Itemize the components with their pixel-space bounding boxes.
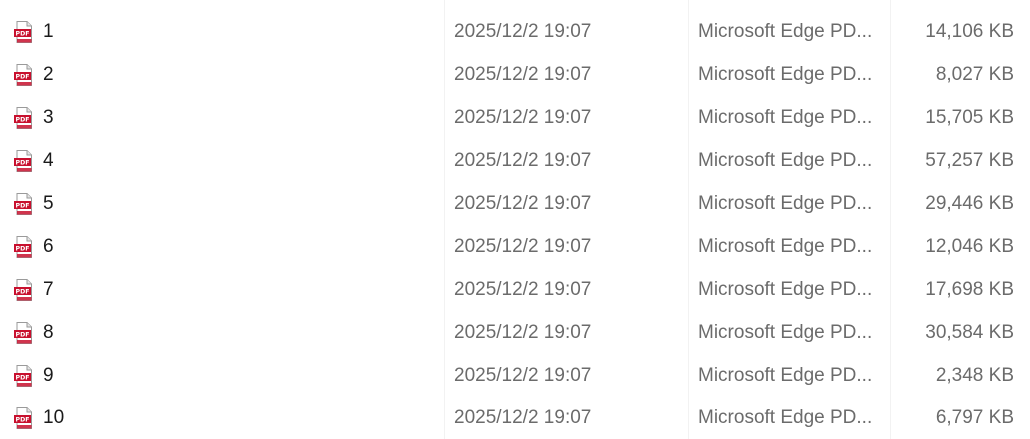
file-name: 1: [43, 21, 54, 42]
file-row[interactable]: PDF 1 2025/12/2 19:07 Microsoft Edge PD.…: [0, 10, 1030, 53]
file-type: Microsoft Edge PD...: [698, 322, 873, 343]
file-name: 10: [43, 407, 65, 428]
pdf-icon: PDF: [14, 407, 34, 429]
file-row[interactable]: PDF 5 2025/12/2 19:07 Microsoft Edge PD.…: [0, 182, 1030, 225]
file-size: 17,698 KB: [925, 279, 1014, 300]
svg-text:PDF: PDF: [16, 332, 30, 339]
svg-text:PDF: PDF: [16, 117, 30, 124]
file-date-modified: 2025/12/2 19:07: [454, 107, 592, 128]
svg-text:PDF: PDF: [16, 417, 30, 424]
file-name: 4: [43, 150, 54, 171]
file-row[interactable]: PDF 7 2025/12/2 19:07 Microsoft Edge PD.…: [0, 268, 1030, 311]
file-name: 9: [43, 365, 54, 386]
pdf-icon: PDF: [14, 64, 34, 86]
file-size: 57,257 KB: [925, 150, 1014, 171]
file-size: 30,584 KB: [925, 322, 1014, 343]
file-type: Microsoft Edge PD...: [698, 365, 873, 386]
pdf-icon: PDF: [14, 21, 34, 43]
svg-text:PDF: PDF: [16, 246, 30, 253]
file-size: 8,027 KB: [935, 64, 1014, 85]
file-name: 7: [43, 279, 54, 300]
pdf-icon: PDF: [14, 193, 34, 215]
file-size: 12,046 KB: [925, 236, 1014, 257]
file-row[interactable]: PDF 10 2025/12/2 19:07 Microsoft Edge PD…: [0, 396, 1030, 439]
pdf-icon: PDF: [14, 279, 34, 301]
file-date-modified: 2025/12/2 19:07: [454, 64, 592, 85]
file-name: 2: [43, 64, 54, 85]
svg-text:PDF: PDF: [16, 375, 30, 382]
file-name: 6: [43, 236, 54, 257]
file-size: 6,797 KB: [935, 407, 1014, 428]
svg-text:PDF: PDF: [16, 160, 30, 167]
svg-text:PDF: PDF: [16, 31, 30, 38]
file-row[interactable]: PDF 3 2025/12/2 19:07 Microsoft Edge PD.…: [0, 96, 1030, 139]
file-date-modified: 2025/12/2 19:07: [454, 150, 592, 171]
file-row[interactable]: PDF 4 2025/12/2 19:07 Microsoft Edge PD.…: [0, 139, 1030, 182]
pdf-icon: PDF: [14, 236, 34, 258]
file-date-modified: 2025/12/2 19:07: [454, 193, 592, 214]
pdf-icon: PDF: [14, 322, 34, 344]
file-name: 5: [43, 193, 54, 214]
file-size: 2,348 KB: [935, 365, 1014, 386]
pdf-icon: PDF: [14, 150, 34, 172]
file-list: PDF 1 2025/12/2 19:07 Microsoft Edge PD.…: [0, 0, 1030, 439]
file-type: Microsoft Edge PD...: [698, 407, 873, 428]
file-date-modified: 2025/12/2 19:07: [454, 279, 592, 300]
file-name: 3: [43, 107, 54, 128]
file-type: Microsoft Edge PD...: [698, 193, 873, 214]
file-row[interactable]: PDF 6 2025/12/2 19:07 Microsoft Edge PD.…: [0, 225, 1030, 268]
pdf-icon: PDF: [14, 107, 34, 129]
file-size: 29,446 KB: [925, 193, 1014, 214]
file-type: Microsoft Edge PD...: [698, 64, 873, 85]
file-date-modified: 2025/12/2 19:07: [454, 236, 592, 257]
file-row[interactable]: PDF 2 2025/12/2 19:07 Microsoft Edge PD.…: [0, 53, 1030, 96]
svg-text:PDF: PDF: [16, 74, 30, 81]
pdf-icon: PDF: [14, 365, 34, 387]
file-row[interactable]: PDF 8 2025/12/2 19:07 Microsoft Edge PD.…: [0, 311, 1030, 354]
file-type: Microsoft Edge PD...: [698, 107, 873, 128]
file-size: 14,106 KB: [925, 21, 1014, 42]
file-size: 15,705 KB: [925, 107, 1014, 128]
svg-text:PDF: PDF: [16, 289, 30, 296]
file-type: Microsoft Edge PD...: [698, 21, 873, 42]
file-date-modified: 2025/12/2 19:07: [454, 21, 592, 42]
svg-text:PDF: PDF: [16, 203, 30, 210]
file-date-modified: 2025/12/2 19:07: [454, 322, 592, 343]
file-row[interactable]: PDF 9 2025/12/2 19:07 Microsoft Edge PD.…: [0, 354, 1030, 397]
file-date-modified: 2025/12/2 19:07: [454, 365, 592, 386]
file-name: 8: [43, 322, 54, 343]
file-date-modified: 2025/12/2 19:07: [454, 407, 592, 428]
file-type: Microsoft Edge PD...: [698, 150, 873, 171]
file-type: Microsoft Edge PD...: [698, 279, 873, 300]
file-type: Microsoft Edge PD...: [698, 236, 873, 257]
